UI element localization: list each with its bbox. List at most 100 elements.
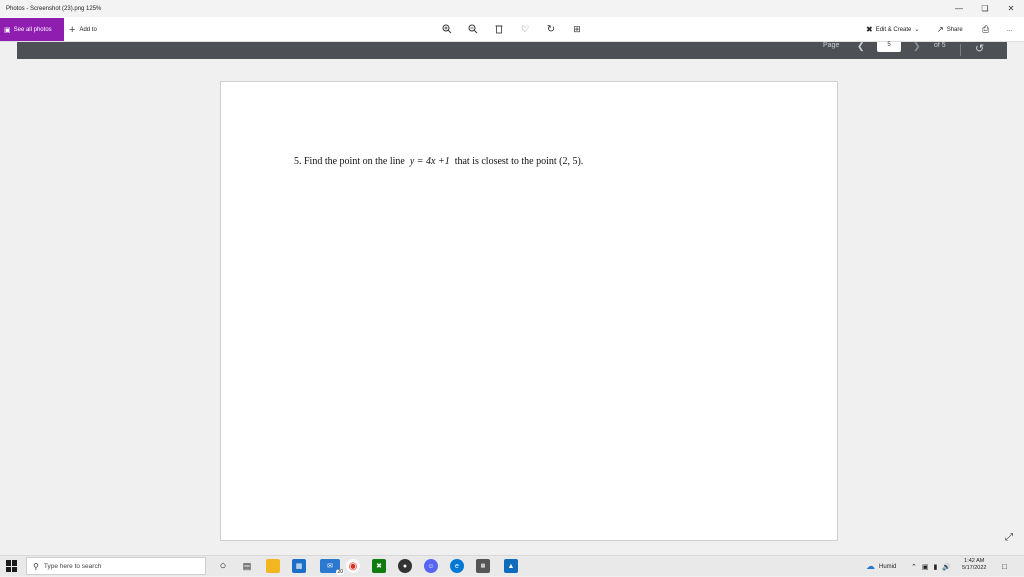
- search-placeholder: Type here to search: [43, 562, 102, 570]
- clock[interactable]: 1:42 AM 5/17/2022: [962, 558, 986, 572]
- plus-icon: +: [69, 23, 76, 36]
- share-button[interactable]: ↗ Share: [937, 17, 963, 42]
- chevron-up-icon[interactable]: ⌃: [911, 563, 917, 571]
- print-icon: ⎙: [982, 24, 990, 34]
- share-icon: ↗: [937, 25, 944, 34]
- clock-time: 1:42 AM: [964, 558, 985, 564]
- battery-icon[interactable]: ▮: [934, 563, 938, 571]
- notifications-button[interactable]: □: [1002, 556, 1007, 577]
- see-all-photos-label: See all photos: [13, 26, 52, 33]
- app-tile-icon: ▦: [480, 563, 486, 569]
- crop-button[interactable]: ⊞: [570, 22, 584, 36]
- rotate-page-icon[interactable]: ↺: [975, 42, 984, 55]
- edge-icon: e: [455, 562, 459, 570]
- see-all-photos-button[interactable]: ▣ See all photos: [0, 18, 64, 41]
- page-label: Page: [823, 42, 840, 49]
- zoom-in-icon: [442, 24, 452, 34]
- window-controls: — ❏ ✕: [946, 0, 1024, 17]
- photos-button[interactable]: ▲: [504, 559, 518, 573]
- file-explorer-button[interactable]: [266, 559, 280, 573]
- edit-create-icon: ✖: [866, 25, 873, 34]
- zoom-out-icon: [468, 24, 478, 34]
- expand-icon[interactable]: ⤢: [1005, 532, 1013, 543]
- minimize-icon: —: [955, 4, 963, 13]
- title-bar: Photos - Screenshot (23).png 125% — ❏ ✕: [0, 0, 1024, 17]
- heart-icon: ♡: [520, 23, 530, 34]
- photos-app-icon: ▲: [507, 562, 515, 570]
- xbox-button[interactable]: ✖: [372, 559, 386, 573]
- more-options-button[interactable]: ...: [1007, 17, 1012, 42]
- toolbar: ▣ See all photos + Add to ♡ ↻ ⊞ ✖ Edit &…: [0, 17, 1024, 42]
- task-view-icon: ▤: [242, 560, 252, 571]
- point: (2, 5).: [559, 156, 584, 167]
- edge-button[interactable]: e: [450, 559, 464, 573]
- search-icon: ⚲: [33, 561, 39, 571]
- xbox-icon: ✖: [376, 563, 382, 570]
- page-count-label: of 5: [934, 42, 946, 49]
- task-view-button[interactable]: ▤: [240, 559, 254, 573]
- add-to-button[interactable]: + Add to: [69, 17, 97, 42]
- app-button[interactable]: ●: [398, 559, 412, 573]
- start-button[interactable]: [6, 560, 18, 572]
- store-icon: ▦: [295, 563, 303, 570]
- chrome-button[interactable]: ◉: [346, 559, 360, 573]
- app-icon: ●: [402, 562, 408, 570]
- network-icon[interactable]: ▣: [922, 563, 929, 571]
- delete-button[interactable]: [492, 22, 506, 36]
- chrome-icon: ◉: [348, 560, 358, 572]
- rotate-button[interactable]: ↻: [544, 22, 558, 36]
- print-button[interactable]: ⎙: [982, 17, 989, 42]
- windows-logo-pane: [12, 560, 17, 566]
- volume-icon[interactable]: 🔊: [942, 563, 951, 571]
- mail-badge: 20: [336, 569, 344, 575]
- edit-create-button[interactable]: ✖ Edit & Create ⌄: [866, 17, 919, 42]
- crop-icon: ⊞: [573, 23, 581, 34]
- problem-middle: that is closest to the point: [454, 156, 557, 167]
- restore-button[interactable]: ❏: [972, 0, 998, 17]
- equation: y = 4x +1: [409, 156, 450, 167]
- minimize-button[interactable]: —: [946, 0, 972, 17]
- restore-icon: ❏: [981, 4, 989, 13]
- page-navigation-bar: Page ❮ 5 ❯ of 5 ↺: [17, 41, 1007, 59]
- store-button[interactable]: ▦: [292, 559, 306, 573]
- favorite-button[interactable]: ♡: [518, 22, 532, 36]
- photos-icon: ▣: [4, 26, 11, 34]
- zoom-out-button[interactable]: [466, 22, 480, 36]
- system-tray: ⌃ ▣ ▮ 🔊: [911, 556, 951, 577]
- notification-icon: □: [1002, 562, 1007, 571]
- close-icon: ✕: [1007, 4, 1015, 13]
- more-label: ...: [1007, 26, 1013, 33]
- divider: [960, 44, 961, 56]
- edit-create-label: Edit & Create: [875, 26, 912, 33]
- discord-button[interactable]: ☺: [424, 559, 438, 573]
- weather-label: Humid: [879, 563, 897, 570]
- delete-icon: [495, 25, 503, 34]
- rotate-icon: ↻: [546, 23, 556, 35]
- discord-icon: ☺: [427, 562, 435, 570]
- windows-logo-pane: [12, 566, 17, 572]
- cortana-icon: ○: [219, 560, 227, 572]
- mail-button[interactable]: ✉ 20: [320, 559, 344, 575]
- share-label: Share: [946, 26, 963, 33]
- taskbar-search[interactable]: ⚲ Type here to search: [26, 557, 206, 575]
- app-tile-button[interactable]: ▦: [476, 559, 490, 573]
- add-to-label: Add to: [79, 26, 97, 33]
- windows-logo-icon: [6, 560, 11, 566]
- page-number-input[interactable]: 5: [877, 42, 901, 52]
- weather-icon: ☁: [866, 561, 875, 571]
- previous-page-icon[interactable]: ❮: [857, 41, 865, 52]
- clock-date: 5/17/2022: [962, 565, 987, 571]
- windows-logo-pane: [6, 566, 11, 572]
- chevron-down-icon: ⌄: [914, 27, 920, 33]
- weather-widget[interactable]: ☁ Humid: [866, 556, 896, 577]
- taskbar: ⚲ Type here to search ○ ▤ ▦ ✉ 20 ◉ ✖ ● ☺…: [0, 555, 1024, 576]
- mail-icon: ✉: [327, 563, 333, 570]
- next-page-icon[interactable]: ❯: [913, 41, 921, 52]
- close-button[interactable]: ✕: [998, 0, 1024, 17]
- problem-text: 5. Find the point on the line y = 4x +1 …: [294, 156, 583, 167]
- window-title: Photos - Screenshot (23).png 125%: [6, 5, 102, 12]
- document-page: 5. Find the point on the line y = 4x +1 …: [220, 81, 838, 541]
- zoom-in-button[interactable]: [440, 22, 454, 36]
- problem-prefix: 5. Find the point on the line: [294, 156, 405, 167]
- cortana-button[interactable]: ○: [216, 559, 230, 573]
